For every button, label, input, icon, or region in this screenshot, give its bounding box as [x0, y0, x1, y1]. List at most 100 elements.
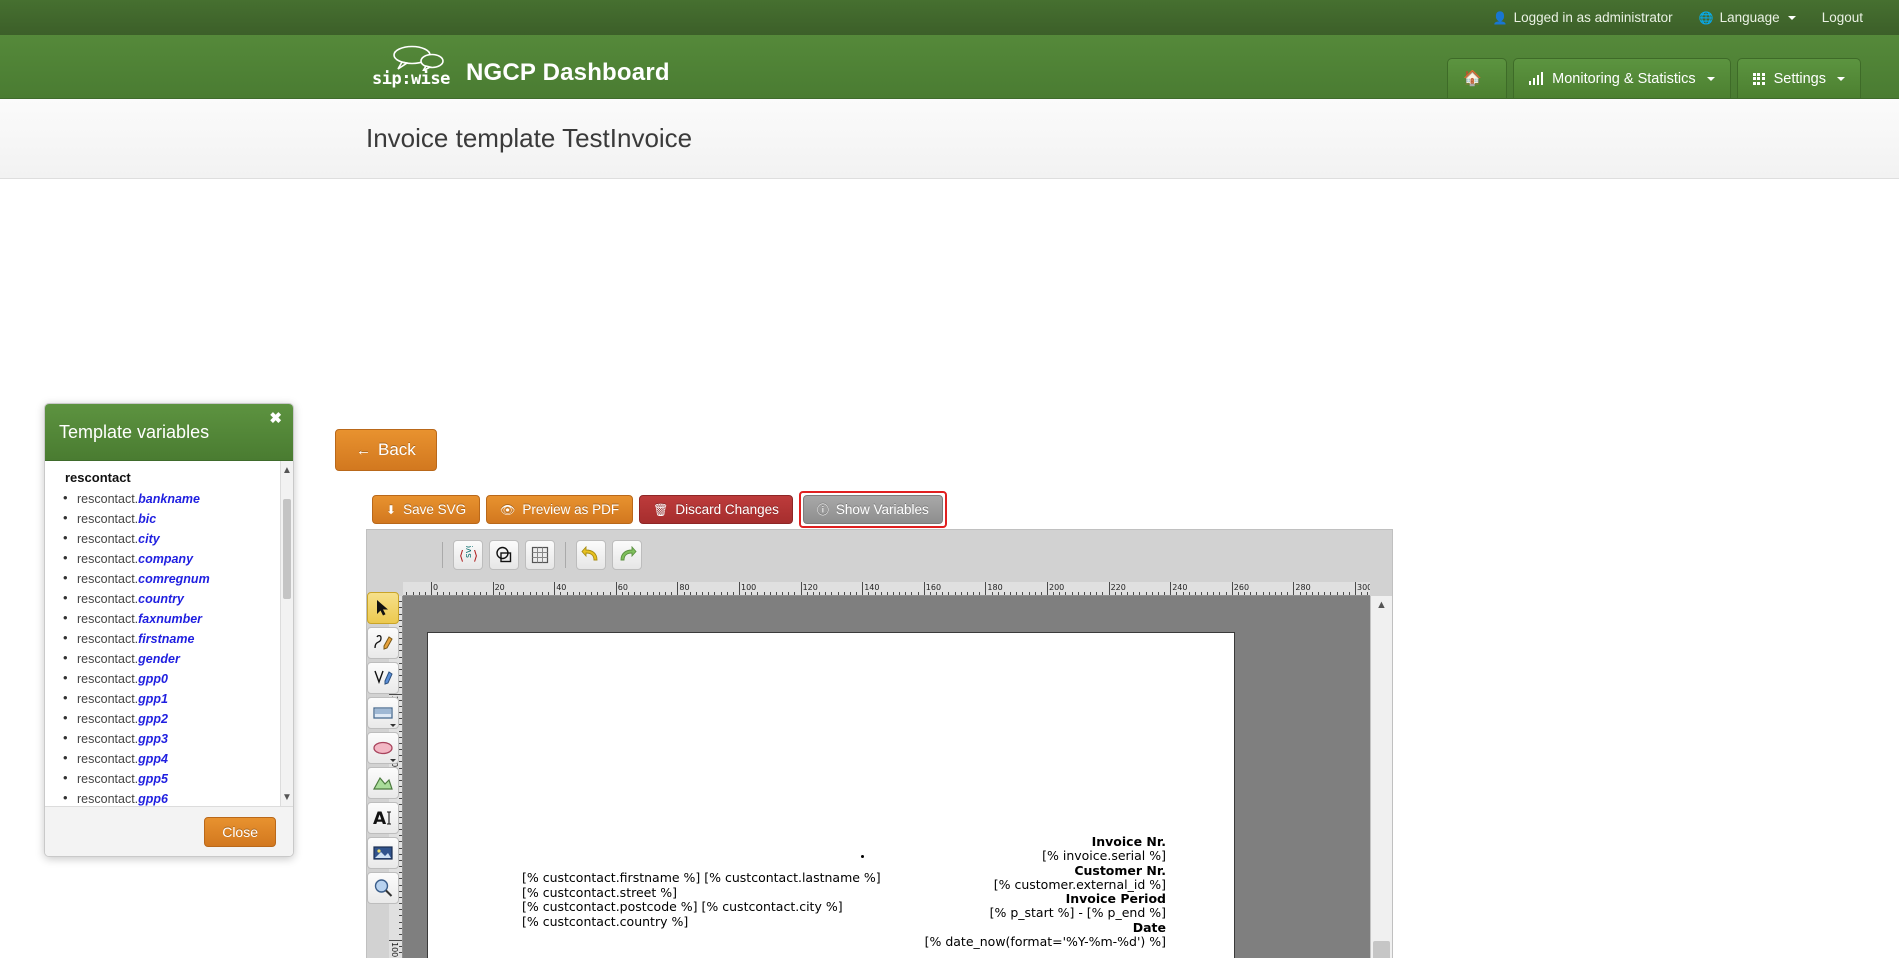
save-svg-button[interactable]: ⬇ Save SVG [372, 495, 480, 524]
ruler-tick [757, 592, 758, 595]
rectangle-tool[interactable] [367, 697, 399, 729]
scrollbar-thumb[interactable] [1373, 941, 1390, 958]
tool-submenu-arrow [390, 759, 396, 762]
customer-address-block[interactable]: [% custcontact.firstname %] [% custconta… [522, 871, 881, 929]
polygon-icon [372, 775, 394, 791]
variable-item[interactable]: rescontact.gpp0 [63, 669, 293, 689]
close-button[interactable]: Close [204, 817, 276, 847]
close-icon[interactable]: ✖ [269, 411, 282, 426]
polygon-tool[interactable] [367, 767, 399, 799]
ruler-tick [875, 592, 876, 595]
scrollbar-thumb[interactable] [283, 499, 291, 599]
variable-item[interactable]: rescontact.comregnum [63, 569, 293, 589]
grid-glyph [531, 546, 549, 564]
variable-item[interactable]: rescontact.gpp2 [63, 709, 293, 729]
select-tool[interactable] [367, 592, 399, 624]
ruler-tick [807, 592, 808, 595]
nav-monitoring-button[interactable]: Monitoring & Statistics [1513, 58, 1731, 98]
logged-in-label: Logged in as administrator [1514, 10, 1673, 25]
show-variables-button[interactable]: ⓘ Show Variables [803, 495, 943, 524]
document-properties-icon[interactable] [489, 540, 519, 570]
variable-item[interactable]: rescontact.gpp3 [63, 729, 293, 749]
invoice-page[interactable]: [% custcontact.firstname %] [% custconta… [427, 632, 1235, 958]
zoom-tool[interactable] [367, 872, 399, 904]
ruler-tick [1065, 592, 1066, 595]
ruler-tick [1256, 592, 1257, 595]
back-button[interactable]: ← Back [335, 429, 437, 471]
ruler-tick [523, 592, 524, 595]
magnifier-icon [373, 878, 393, 898]
variable-item[interactable]: rescontact.country [63, 589, 293, 609]
ruler-tick [474, 592, 475, 595]
variable-property: comregnum [138, 572, 210, 586]
ruler-tick [399, 768, 402, 769]
path-edit-tool[interactable] [367, 627, 399, 659]
image-icon [372, 845, 394, 861]
ruler-tick [628, 592, 629, 595]
ruler-tick [399, 718, 402, 719]
ruler-tick [622, 592, 623, 595]
text-icon: A [372, 809, 394, 827]
scroll-up-icon[interactable]: ▲ [281, 463, 293, 477]
ruler-tick [868, 592, 869, 595]
ruler-tick [640, 592, 641, 595]
ruler-tick [1263, 592, 1264, 595]
scroll-up-icon[interactable]: ▲ [1371, 596, 1392, 614]
ruler-tick [751, 592, 752, 595]
variable-item[interactable]: rescontact.company [63, 549, 293, 569]
ruler-tick [399, 854, 402, 855]
canvas-vertical-scrollbar[interactable]: ▲ ▼ [1370, 596, 1392, 958]
preview-pdf-button[interactable]: 👁 Preview as PDF [486, 495, 633, 524]
ruler-tick [702, 592, 703, 595]
ruler-tick [399, 848, 402, 849]
ruler-tick [399, 909, 402, 910]
svg-source-icon[interactable]: ⟨ ⟩ svg [453, 540, 483, 570]
variable-item[interactable]: rescontact.firstname [63, 629, 293, 649]
ruler-tick [437, 592, 438, 595]
variable-item[interactable]: rescontact.gender [63, 649, 293, 669]
editor-workspace[interactable]: [% custcontact.firstname %] [% custconta… [403, 596, 1370, 958]
language-menu[interactable]: 🌐 Language [1699, 10, 1796, 25]
scroll-down-icon[interactable]: ▼ [281, 790, 293, 804]
trash-icon: 🗑 [653, 504, 668, 516]
variable-item[interactable]: rescontact.city [63, 529, 293, 549]
ruler-tick [1361, 592, 1362, 595]
ruler-tick [399, 620, 402, 621]
ruler-tick [1324, 592, 1325, 595]
image-tool[interactable] [367, 837, 399, 869]
nav-settings-button[interactable]: Settings [1737, 58, 1861, 98]
ruler-tick [399, 872, 402, 873]
ruler-label: 100 [741, 583, 756, 592]
variable-item[interactable]: rescontact.gpp6 [63, 789, 293, 806]
ellipse-tool[interactable] [367, 732, 399, 764]
logout-link[interactable]: Logout [1822, 10, 1863, 25]
variable-item[interactable]: rescontact.bic [63, 509, 293, 529]
ruler-tick [838, 592, 839, 595]
ruler-label: 260 [1234, 583, 1249, 592]
panel-scrollbar[interactable]: ▲ ▼ [280, 461, 293, 806]
invoice-details-block[interactable]: Invoice Nr. [% invoice.serial %] Custome… [925, 835, 1166, 949]
discard-changes-button[interactable]: 🗑 Discard Changes [639, 495, 793, 524]
variable-item[interactable]: rescontact.faxnumber [63, 609, 293, 629]
variable-item[interactable]: rescontact.bankname [63, 489, 293, 509]
ruler-tick [1176, 592, 1177, 595]
undo-icon[interactable] [576, 540, 606, 570]
ruler-tick [998, 592, 999, 595]
ruler-tick [542, 592, 543, 595]
ruler-tick [1109, 582, 1110, 596]
text-tool[interactable]: A [367, 802, 399, 834]
pen-tool[interactable] [367, 662, 399, 694]
detail-value: [% p_start %] - [% p_end %] [925, 906, 1166, 920]
ruler-tick [684, 592, 685, 595]
detail-value: [% customer.external_id %] [925, 878, 1166, 892]
address-line: [% custcontact.firstname %] [% custconta… [522, 871, 881, 886]
variable-item[interactable]: rescontact.gpp4 [63, 749, 293, 769]
ruler-tick [1090, 592, 1091, 595]
redo-icon[interactable] [612, 540, 642, 570]
variable-item[interactable]: rescontact.gpp1 [63, 689, 293, 709]
ruler-tick [831, 592, 832, 595]
variable-item[interactable]: rescontact.gpp5 [63, 769, 293, 789]
nav-home-button[interactable]: 🏠 [1447, 58, 1507, 98]
ruler-tick [505, 592, 506, 595]
grid-icon[interactable] [525, 540, 555, 570]
